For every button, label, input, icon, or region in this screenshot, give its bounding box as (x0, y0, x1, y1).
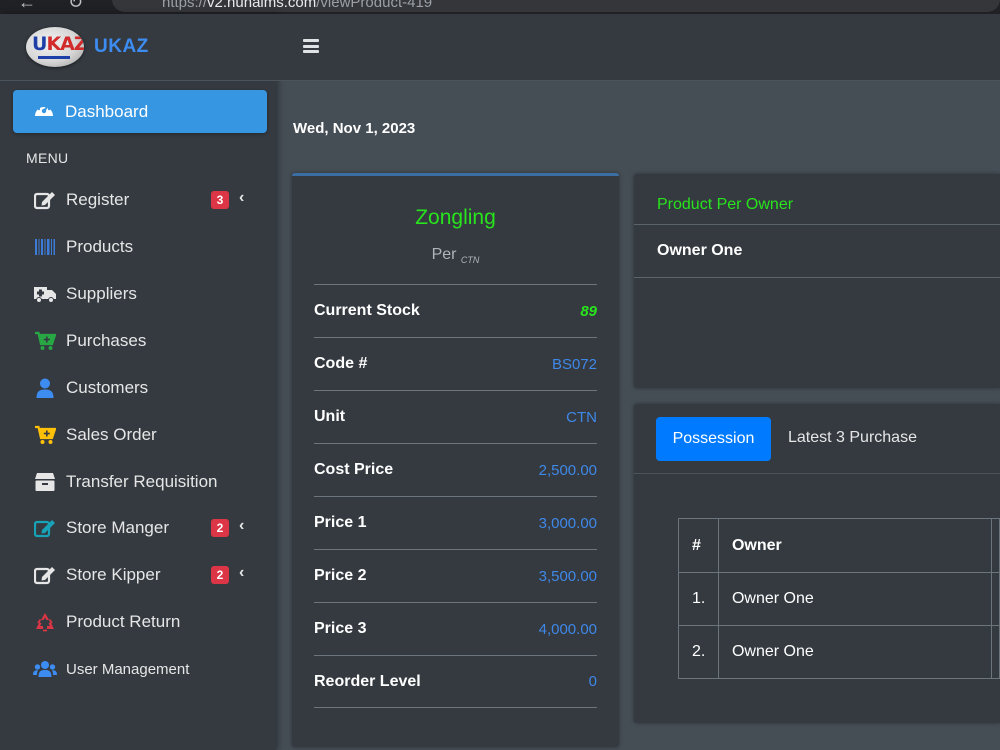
detail-value: 3,000.00 (538, 514, 597, 532)
sidebar-item-label: Register (66, 190, 130, 209)
user-icon (33, 376, 57, 400)
tachometer-icon (33, 100, 55, 123)
sidebar-item-label: Transfer Requisition (66, 472, 218, 491)
card-title: Product Per Owner (657, 196, 794, 213)
sidebar-item-label: Products (66, 237, 134, 256)
cart-icon (33, 423, 57, 447)
detail-label: Reorder Level (314, 672, 421, 690)
sidebar-item-label: Purchases (66, 331, 147, 350)
users-icon (33, 657, 57, 681)
detail-label: Code # (314, 355, 368, 372)
count-badge: 2 (211, 566, 229, 584)
edit-icon (33, 188, 57, 212)
detail-value: BS072 (551, 355, 597, 373)
detail-row-reorder-level: Reorder Level 0 (314, 655, 597, 708)
row-number: 2. (678, 625, 719, 679)
sidebar-item-label: Product Return (66, 612, 181, 631)
sidebar-item-label: Dashboard (65, 101, 149, 121)
sidebar-item-user-management[interactable]: User Management (33, 654, 263, 684)
possession-table: # Owner 1. Owner One 2. Owner One (678, 518, 1000, 679)
detail-label: Unit (314, 408, 346, 425)
brand-logo: UKAZ (26, 27, 84, 67)
detail-value: 4,000.00 (538, 620, 597, 638)
row-number: 1. (678, 572, 719, 626)
cart-plus-icon (33, 329, 57, 353)
sidebar-item-transfer-requisition[interactable]: Transfer Requisition (33, 467, 263, 497)
url-text[interactable]: https://v2.nuhaims.com/viewProduct-419 (162, 0, 432, 11)
detail-label: Cost Price (314, 461, 394, 478)
product-unit-label: Per CTN (431, 246, 480, 266)
brand-name: UKAZ (94, 36, 149, 57)
sidebar-item-register[interactable]: Register 3 ‹ (33, 185, 263, 215)
top-navbar (276, 14, 1000, 81)
page-date: Wed, Nov 1, 2023 (293, 120, 416, 137)
chevron-left-icon[interactable]: ‹ (239, 564, 244, 582)
sidebar-item-label: Customers (66, 378, 149, 397)
detail-row-current-stock: Current Stock 89 (314, 284, 597, 337)
sidebar-item-label: Store Manger (66, 518, 169, 537)
row-owner: Owner One (717, 572, 993, 626)
detail-row-unit: Unit CTN (314, 390, 597, 443)
sidebar-item-label: Store Kipper (66, 565, 161, 584)
detail-value: CTN (566, 408, 597, 426)
product-card: Zongling Per CTN Current Stock 89 Code #… (292, 173, 619, 747)
sidebar-item-label: User Management (66, 660, 190, 678)
detail-value: 0 (588, 673, 597, 690)
bars-icon[interactable] (303, 39, 319, 53)
menu-header: MENU (26, 150, 69, 166)
row-owner: Owner One (717, 625, 993, 679)
back-icon[interactable]: ← (18, 0, 36, 13)
barcode-icon (33, 235, 57, 259)
sidebar: UKAZ UKAZ Dashboard MENU Register 3 ‹ Pr… (0, 14, 276, 750)
table-header-row: # Owner (678, 518, 1000, 573)
tab-bar: Possession Latest 3 Purchase (634, 404, 1000, 474)
edit-icon (33, 516, 57, 540)
browser-toolbar: ← ↻ https://v2.nuhaims.com/viewProduct-4… (0, 0, 1000, 14)
sidebar-item-store-kipper[interactable]: Store Kipper 2 ‹ (33, 560, 263, 590)
sidebar-item-label: Suppliers (66, 284, 137, 303)
owner-name: Owner One (657, 242, 743, 259)
table-row: 1. Owner One (678, 572, 1000, 626)
sidebar-item-sales-order[interactable]: Sales Order (33, 420, 263, 450)
product-name: Zongling (415, 206, 496, 229)
detail-row-price-2: Price 2 3,500.00 (314, 549, 597, 602)
table-row: 2. Owner One (678, 625, 1000, 679)
sidebar-item-suppliers[interactable]: Suppliers (33, 279, 263, 309)
tab-latest-3-purchase[interactable]: Latest 3 Purchase (788, 429, 917, 447)
detail-value: 3,500.00 (538, 567, 597, 585)
count-badge: 3 (211, 191, 229, 209)
column-header (991, 518, 1000, 573)
count-badge: 2 (211, 519, 229, 537)
detail-row-cost-price: Cost Price 2,500.00 (314, 443, 597, 496)
column-header: # (678, 518, 719, 573)
column-header: Owner (717, 518, 993, 573)
detail-row-price-3: Price 3 4,000.00 (314, 602, 597, 655)
detail-label: Price 1 (314, 514, 367, 531)
sidebar-item-dashboard[interactable]: Dashboard (13, 90, 267, 133)
detail-label: Price 2 (314, 567, 367, 584)
detail-label: Current Stock (314, 302, 420, 319)
brand-link[interactable]: UKAZ UKAZ (0, 14, 276, 81)
product-per-owner-card: Product Per Owner Owner One (634, 174, 1000, 388)
sidebar-item-products[interactable]: Products (33, 232, 263, 262)
sidebar-item-customers[interactable]: Customers (33, 373, 263, 403)
chevron-left-icon[interactable]: ‹ (239, 189, 244, 207)
tab-possession[interactable]: Possession (656, 417, 771, 461)
detail-value: 2,500.00 (538, 461, 597, 479)
ambulance-icon (33, 282, 57, 306)
detail-row-price-1: Price 1 3,000.00 (314, 496, 597, 549)
recycle-icon (33, 610, 57, 634)
sidebar-item-purchases[interactable]: Purchases (33, 326, 263, 356)
sidebar-item-label: Sales Order (66, 425, 157, 444)
sidebar-item-store-manger[interactable]: Store Manger 2 ‹ (33, 513, 263, 543)
edit-icon (33, 563, 57, 587)
detail-label: Price 3 (314, 620, 367, 637)
reload-icon[interactable]: ↻ (68, 0, 83, 13)
box-icon (33, 470, 57, 494)
chevron-left-icon[interactable]: ‹ (239, 517, 244, 535)
detail-row-code: Code # BS072 (314, 337, 597, 390)
tabs-card: Possession Latest 3 Purchase # Owner 1. … (634, 404, 1000, 723)
sidebar-item-product-return[interactable]: Product Return (33, 607, 263, 637)
detail-value: 89 (580, 302, 597, 320)
